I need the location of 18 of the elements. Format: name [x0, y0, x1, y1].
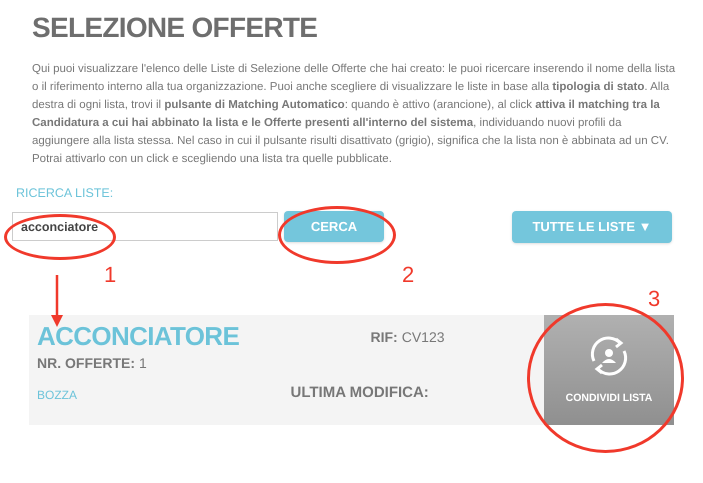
annotation-arrow — [50, 275, 64, 327]
ref-value: CV123 — [402, 328, 445, 347]
page-title: SELEZIONE OFFERTE — [32, 11, 318, 45]
offers-label: NR. OFFERTE: — [37, 354, 135, 373]
annotation-number: 1 — [104, 261, 116, 289]
ref-label: RIF: — [370, 328, 398, 347]
search-label: RICERCA LISTE: — [16, 185, 114, 202]
annotation-number: 3 — [648, 285, 660, 313]
list-name[interactable]: ACCONCIATORE — [37, 318, 290, 353]
annotation-number: 2 — [402, 261, 414, 289]
intro-paragraph: Qui puoi visualizzare l'elenco delle Liste di Selezione delle Offerte che hai creato: le puoi ricercare inserendo il nome della lista o il riferimento interno alla tua organizzazione. Puoi anche scegliere di visualizzare le liste in base alla tipologia di stato. Alla destra di ogni lista, trovi il pulsante di Matching Automatico: quando è attivo (arancione), al click attiva il matching tra la Candidatura a cui hai abbinato la lista e le Offerte presenti all'interno del sistema, individuando nuovi profili da aggiungere alla lista stessa. Nel caso in cui il pulsante risulti disattivato (grigio), significa che la lista non è abbinata ad un CV. Potrai attivarlo con un click e scegliendo una lista tra quelle pubblicate. — [32, 62, 676, 167]
search-field[interactable]: acconciatore — [12, 212, 278, 242]
status-text: BOZZA — [37, 386, 78, 404]
last-modified-label: ULTIMA MODIFICA: — [290, 382, 429, 403]
filter-dropdown[interactable]: TUTTE LE LISTE ▼ — [512, 210, 672, 243]
offers-count: 1 — [139, 354, 147, 373]
share-list-button[interactable]: CONDIVIDI LISTA — [544, 314, 674, 425]
search-button[interactable]: CERCA — [284, 211, 384, 242]
